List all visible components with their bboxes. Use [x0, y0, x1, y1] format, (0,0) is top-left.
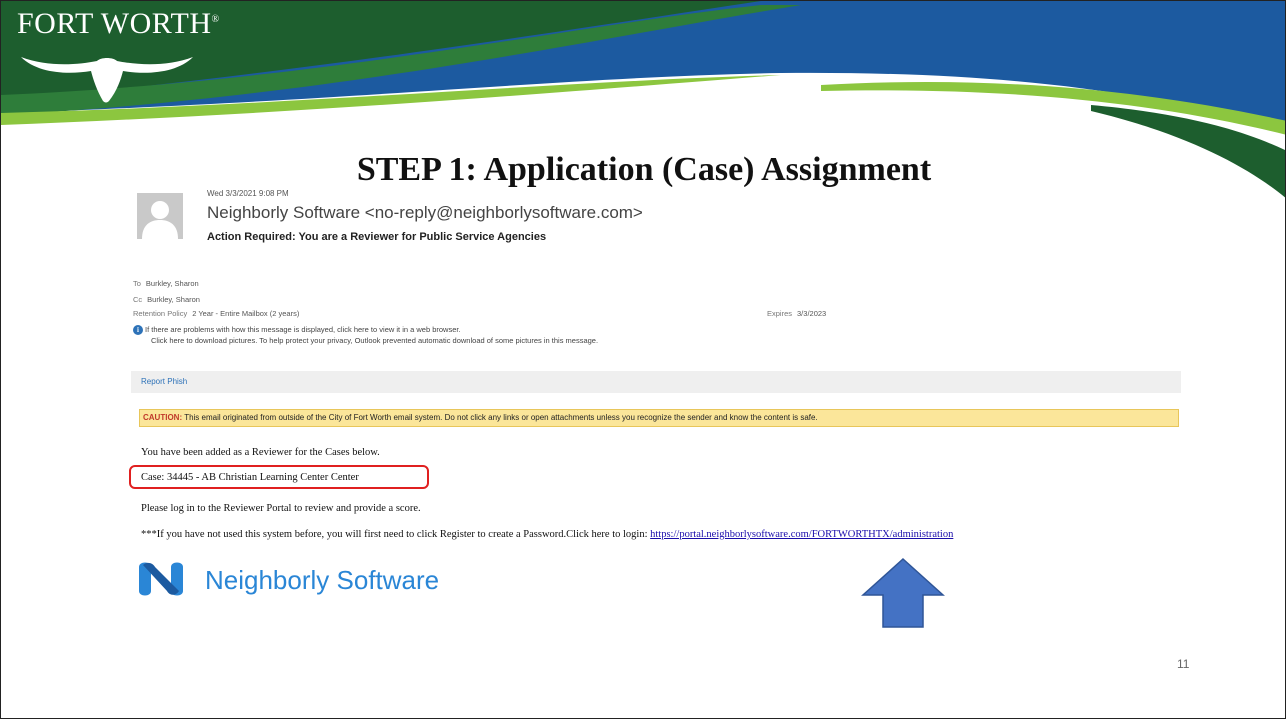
page-number: 11: [1177, 657, 1190, 671]
caution-label: CAUTION:: [143, 413, 183, 422]
fort-worth-logo: FORT WORTH®: [17, 7, 220, 103]
info-banner[interactable]: i If there are problems with how this mes…: [133, 324, 598, 346]
slide-title: STEP 1: Application (Case) Assignment: [356, 151, 932, 188]
report-phish-button[interactable]: Report Phish: [141, 377, 187, 386]
email-subject: Action Required: You are a Reviewer for …: [207, 231, 547, 243]
info-line-2[interactable]: Click here to download pictures. To help…: [151, 336, 598, 345]
body-line-1: You have been added as a Reviewer for th…: [141, 447, 380, 458]
report-phish-bar: Report Phish: [131, 371, 1181, 393]
longhorn-icon: [21, 57, 193, 103]
cc-recipient[interactable]: Burkley, Sharon: [147, 295, 200, 304]
case-line: Case: 34445 - AB Christian Learning Cent…: [141, 472, 359, 483]
register-line: ***If you have not used this system befo…: [141, 529, 953, 540]
retention-line: Retention Policy 2 Year - Entire Mailbox …: [133, 309, 299, 318]
to-line: To Burkley, Sharon: [133, 279, 199, 288]
expires-line: Expires 3/3/2023: [767, 309, 826, 318]
portal-login-link[interactable]: https://portal.neighborlysoftware.com/FO…: [650, 529, 953, 540]
to-recipient[interactable]: Burkley, Sharon: [146, 279, 199, 288]
registered-mark: ®: [211, 14, 220, 25]
caution-text: This email originated from outside of th…: [184, 413, 818, 422]
caution-banner: CAUTION: This email originated from outs…: [139, 409, 1179, 427]
body-line-2: Please log in to the Reviewer Portal to …: [141, 503, 421, 514]
up-arrow-icon: [861, 557, 945, 628]
retention-value: 2 Year - Entire Mailbox (2 years): [192, 309, 300, 318]
expires-label: Expires: [767, 309, 793, 318]
cc-label: Cc: [133, 295, 143, 304]
person-icon: [142, 201, 178, 239]
sender-avatar: [137, 193, 183, 239]
info-icon: i: [133, 325, 143, 336]
slide: FORT WORTH® STEP 1: Application (Case) A…: [0, 0, 1286, 719]
neighborly-brand-text: Neighborly Software: [205, 565, 440, 595]
email-sender[interactable]: Neighborly Software <no-reply@neighborly…: [207, 203, 643, 223]
register-text: ***If you have not used this system befo…: [141, 529, 651, 540]
retention-label: Retention Policy: [133, 309, 188, 318]
email-date: Wed 3/3/2021 9:08 PM: [207, 189, 289, 198]
neighborly-logo-icon: [139, 562, 183, 596]
cc-line: Cc Burkley, Sharon: [133, 295, 200, 304]
expires-value: 3/3/2023: [797, 309, 827, 318]
to-label: To: [133, 279, 141, 288]
logo-text: FORT WORTH: [17, 7, 212, 40]
email-screenshot: Wed 3/3/2021 9:08 PM Neighborly Software…: [129, 187, 1181, 607]
info-line-1[interactable]: If there are problems with how this mess…: [145, 325, 461, 334]
